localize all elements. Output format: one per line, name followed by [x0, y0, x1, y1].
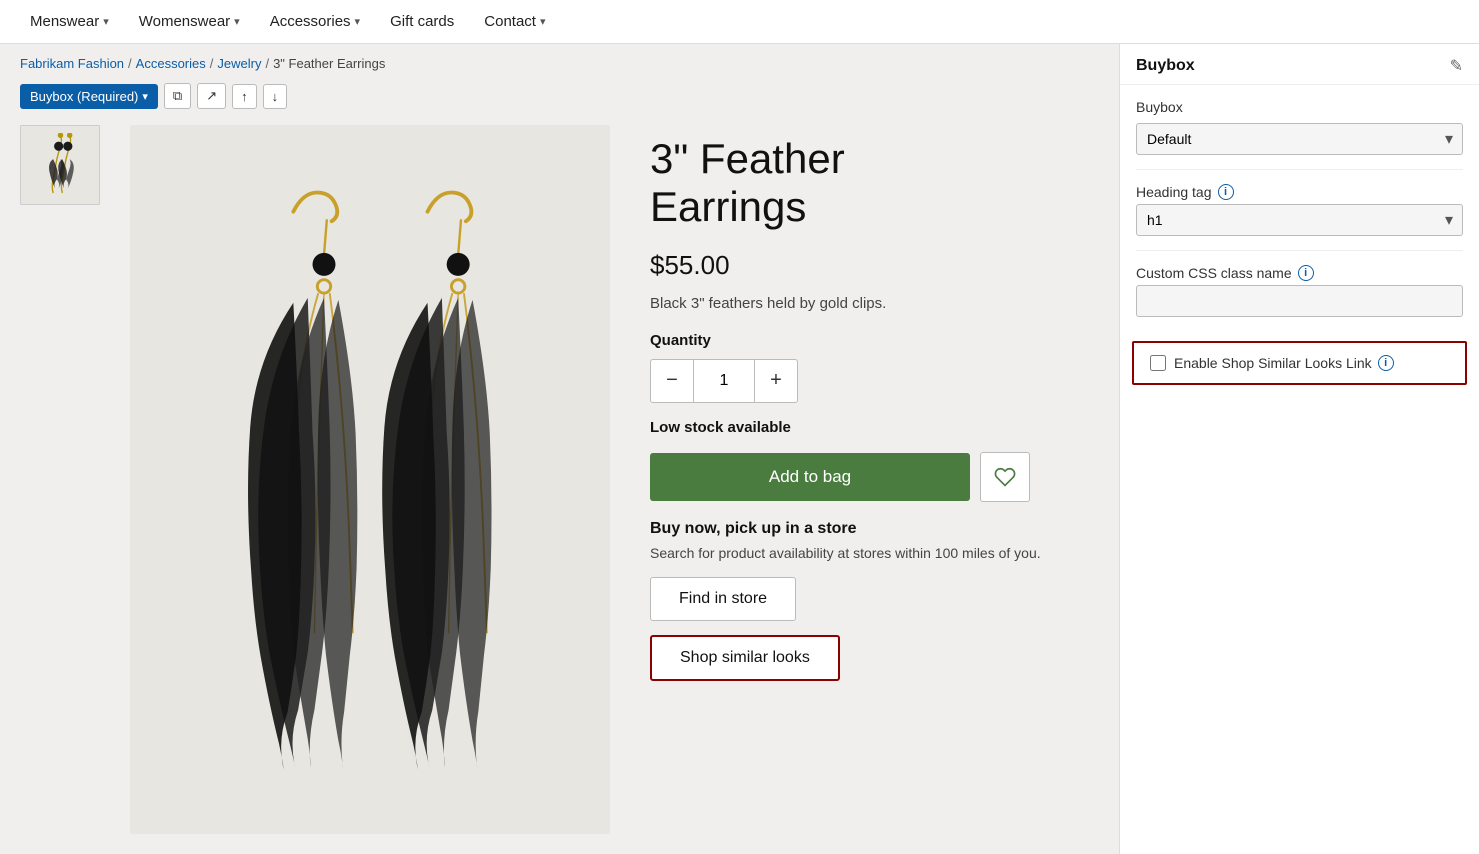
- buybox-module-button[interactable]: Buybox (Required) ▾: [20, 84, 158, 109]
- heading-tag-select[interactable]: h1 h2 h3 h4 h5 h6: [1136, 204, 1463, 236]
- nav-womenswear[interactable]: Womenswear ▾: [139, 13, 240, 30]
- heading-tag-label: Heading tag i: [1136, 184, 1463, 200]
- breadcrumb-jewelry[interactable]: Jewelry: [217, 56, 261, 71]
- chevron-down-icon: ▾: [234, 15, 240, 28]
- heading-tag-info-icon[interactable]: i: [1218, 184, 1234, 200]
- variant-select-wrapper: Default Option 1 Option 2: [1136, 123, 1463, 155]
- heading-tag-select-wrapper: h1 h2 h3 h4 h5 h6: [1136, 204, 1463, 236]
- chevron-down-icon: ▾: [540, 15, 546, 28]
- export-button[interactable]: ↗: [197, 83, 226, 109]
- chevron-down-icon: ▾: [355, 15, 361, 28]
- enable-similar-info-icon[interactable]: i: [1378, 355, 1394, 371]
- module-toolbar: Buybox (Required) ▾ ⧉ ↗ ↑ ↓: [0, 77, 1119, 115]
- shop-similar-looks-button[interactable]: Shop similar looks: [650, 635, 840, 681]
- top-navigation: Menswear ▾ Womenswear ▾ Accessories ▾ Gi…: [0, 0, 1479, 44]
- quantity-value: 1: [694, 359, 754, 403]
- dropdown-arrow-icon: ▾: [142, 90, 148, 103]
- quantity-increase-button[interactable]: +: [754, 359, 798, 403]
- stock-status: Low stock available: [650, 419, 1099, 436]
- css-class-input[interactable]: [1136, 285, 1463, 317]
- enable-similar-looks-checkbox[interactable]: [1150, 355, 1166, 371]
- product-main-image: [130, 125, 610, 834]
- nav-menswear[interactable]: Menswear ▾: [30, 13, 109, 30]
- breadcrumb-accessories[interactable]: Accessories: [136, 56, 206, 71]
- product-price: $55.00: [650, 250, 1099, 281]
- css-class-info-icon[interactable]: i: [1298, 265, 1314, 281]
- breadcrumb-current: 3" Feather Earrings: [273, 56, 385, 71]
- pickup-description: Search for product availability at store…: [650, 544, 1099, 564]
- breadcrumb: Fabrikam Fashion / Accessories / Jewelry…: [0, 44, 1119, 77]
- pickup-title: Buy now, pick up in a store: [650, 520, 1099, 538]
- panel-title: Buybox: [1136, 57, 1195, 75]
- nav-accessories[interactable]: Accessories ▾: [270, 13, 360, 30]
- product-title: 3" FeatherEarrings: [650, 135, 1099, 232]
- right-panel: Buybox ✎ Buybox Default Option 1 Option …: [1119, 44, 1479, 854]
- add-to-bag-button[interactable]: Add to bag: [650, 453, 970, 501]
- quantity-label: Quantity: [650, 332, 1099, 349]
- product-description: Black 3" feathers held by gold clips.: [650, 295, 1099, 312]
- panel-section-css: Custom CSS class name i: [1120, 251, 1479, 331]
- page-content: Fabrikam Fashion / Accessories / Jewelry…: [0, 44, 1119, 854]
- copy-button[interactable]: ⧉: [164, 83, 191, 109]
- edit-icon[interactable]: ✎: [1450, 56, 1463, 76]
- product-area: 3" FeatherEarrings $55.00 Black 3" feath…: [0, 115, 1119, 854]
- heart-icon: [994, 466, 1016, 488]
- chevron-down-icon: ▾: [103, 15, 109, 28]
- product-details: 3" FeatherEarrings $55.00 Black 3" feath…: [630, 125, 1099, 834]
- variant-select[interactable]: Default Option 1 Option 2: [1136, 123, 1463, 155]
- move-down-button[interactable]: ↓: [263, 84, 288, 109]
- nav-gift-cards[interactable]: Gift cards: [390, 13, 454, 30]
- thumbnail-image: [33, 133, 88, 198]
- breadcrumb-home[interactable]: Fabrikam Fashion: [20, 56, 124, 71]
- product-thumbnail[interactable]: [20, 125, 100, 205]
- panel-header: Buybox ✎: [1120, 44, 1479, 85]
- main-layout: Fabrikam Fashion / Accessories / Jewelry…: [0, 44, 1479, 854]
- wishlist-button[interactable]: [980, 452, 1030, 502]
- panel-section-module: Buybox Default Option 1 Option 2: [1120, 85, 1479, 169]
- enable-similar-looks-row: Enable Shop Similar Looks Link i: [1132, 341, 1467, 385]
- nav-contact[interactable]: Contact ▾: [484, 13, 545, 30]
- enable-similar-looks-label: Enable Shop Similar Looks Link i: [1174, 355, 1394, 371]
- product-thumbnails: [20, 125, 110, 834]
- find-in-store-button[interactable]: Find in store: [650, 577, 796, 621]
- move-up-button[interactable]: ↑: [232, 84, 257, 109]
- quantity-control: − 1 +: [650, 359, 1099, 403]
- add-to-bag-row: Add to bag: [650, 452, 1099, 502]
- panel-section-heading: Heading tag i h1 h2 h3 h4 h5 h6: [1120, 170, 1479, 250]
- quantity-decrease-button[interactable]: −: [650, 359, 694, 403]
- css-class-label: Custom CSS class name i: [1136, 265, 1463, 281]
- panel-section-label: Buybox: [1136, 99, 1463, 115]
